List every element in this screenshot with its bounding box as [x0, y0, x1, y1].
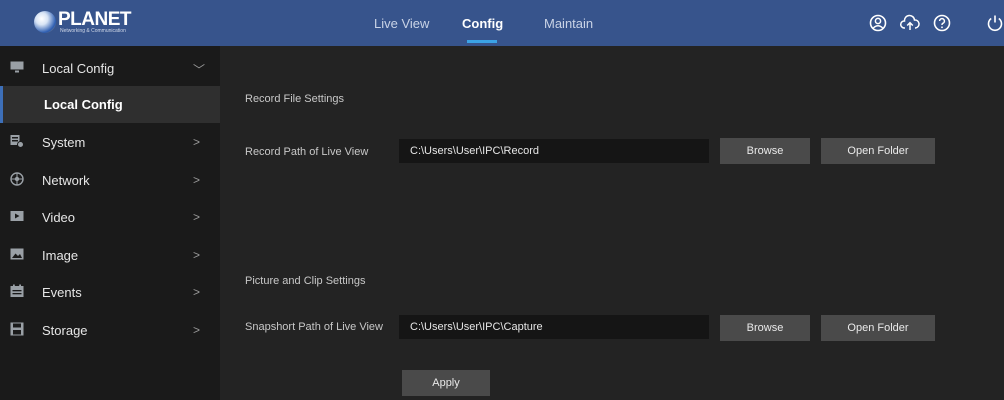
- cloud-upload-icon[interactable]: [900, 14, 920, 32]
- sidebar-subitem-label: Local Config: [44, 97, 123, 112]
- sidebar-item-label: System: [42, 135, 86, 150]
- sidebar-item-system[interactable]: System >: [0, 124, 220, 161]
- chevron-right-icon: >: [193, 285, 201, 299]
- globe-icon: [34, 11, 56, 33]
- sidebar-item-label: Network: [42, 173, 90, 188]
- system-icon: [10, 135, 24, 148]
- sidebar-item-video[interactable]: Video >: [0, 199, 220, 236]
- chevron-down-icon: ﹀: [193, 63, 206, 77]
- events-icon: [10, 284, 24, 297]
- snapshot-open-folder-button[interactable]: Open Folder: [821, 315, 935, 341]
- nav-maintain[interactable]: Maintain: [544, 16, 593, 31]
- picture-section-title: Picture and Clip Settings: [245, 275, 366, 287]
- video-icon: [10, 211, 24, 221]
- top-bar: PLANET Networking & Communication Live V…: [0, 0, 1004, 46]
- storage-icon: [10, 322, 24, 336]
- nav-active-indicator: [467, 40, 497, 43]
- snapshot-path-label: Snapshort Path of Live View: [245, 321, 383, 333]
- chevron-right-icon: >: [193, 248, 201, 262]
- sidebar-item-label: Events: [42, 285, 82, 300]
- chevron-right-icon: >: [193, 173, 201, 187]
- sidebar-item-label: Image: [42, 248, 79, 263]
- planet-logo[interactable]: PLANET Networking & Communication: [34, 9, 132, 35]
- sidebar-item-label: Local Config: [42, 61, 115, 76]
- sidebar-item-label: Video: [42, 210, 76, 225]
- sidebar-item-image[interactable]: Image >: [0, 237, 220, 274]
- network-icon: [10, 172, 24, 186]
- chevron-right-icon: >: [193, 323, 201, 337]
- user-icon[interactable]: [869, 14, 887, 32]
- sidebar-subitem-local-config[interactable]: Local Config: [0, 86, 220, 123]
- sidebar-item-events[interactable]: Events >: [0, 274, 220, 311]
- chevron-right-icon: >: [193, 210, 201, 224]
- record-browse-button[interactable]: Browse: [720, 138, 810, 164]
- record-path-label: Record Path of Live View: [245, 146, 369, 158]
- record-path-input[interactable]: [399, 139, 709, 163]
- help-icon[interactable]: [933, 14, 951, 32]
- sidebar-item-local-config[interactable]: Local Config ﹀: [0, 50, 220, 87]
- sidebar-item-network[interactable]: Network >: [0, 162, 220, 199]
- record-open-folder-button[interactable]: Open Folder: [821, 138, 935, 164]
- power-icon[interactable]: [986, 14, 1004, 32]
- image-icon: [10, 248, 24, 260]
- monitor-icon: [10, 61, 24, 73]
- sidebar: Local Config ﹀ Local Config System > Net…: [0, 46, 220, 400]
- nav-config[interactable]: Config: [462, 16, 503, 31]
- sidebar-item-label: Storage: [42, 323, 88, 338]
- chevron-right-icon: >: [193, 135, 201, 149]
- main-content: Record File Settings Record Path of Live…: [220, 46, 1004, 400]
- nav-live-view[interactable]: Live View: [374, 16, 429, 31]
- logo-tagline: Networking & Communication: [60, 28, 126, 34]
- apply-button[interactable]: Apply: [402, 370, 490, 396]
- record-section-title: Record File Settings: [245, 93, 345, 105]
- snapshot-browse-button[interactable]: Browse: [720, 315, 810, 341]
- sidebar-item-storage[interactable]: Storage >: [0, 312, 220, 349]
- snapshot-path-input[interactable]: [399, 315, 709, 339]
